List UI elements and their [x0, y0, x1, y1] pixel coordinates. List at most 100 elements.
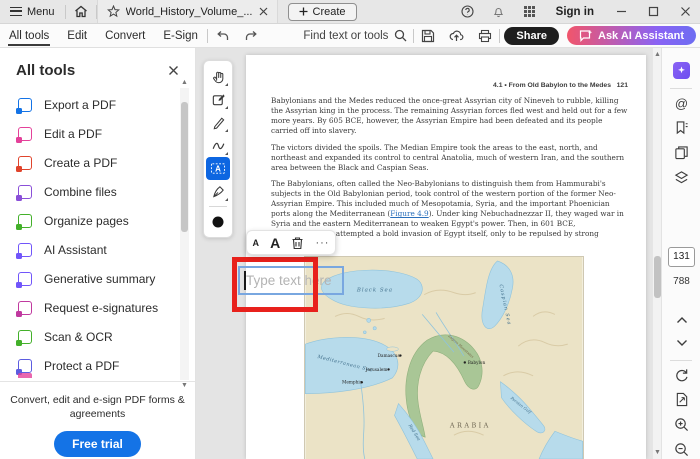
- print-button[interactable]: [471, 24, 499, 47]
- fountain-pen-icon: [212, 186, 224, 198]
- sidebar-scrollbar[interactable]: ▲ ▼: [180, 79, 189, 389]
- help-button[interactable]: [453, 0, 482, 23]
- maximize-icon: [648, 6, 658, 17]
- sidebar-item-label: Export a PDF: [44, 97, 117, 112]
- bookmarks-button[interactable]: [662, 120, 700, 135]
- page-thumbnails-button[interactable]: [662, 145, 700, 160]
- star-icon[interactable]: [106, 5, 120, 18]
- draw-tool-button[interactable]: [206, 134, 230, 157]
- map-figure: Black Sea Caspian Sea Mediterranean Sea …: [304, 255, 584, 459]
- add-text-tool-button[interactable]: A: [206, 157, 230, 180]
- all-tools-panel: All tools Export a PDF Edit a PDF Create…: [0, 48, 196, 459]
- rotate-button[interactable]: [662, 368, 700, 383]
- hand-tool-button[interactable]: [206, 65, 230, 88]
- scrollbar-thumb[interactable]: [654, 256, 661, 298]
- layers-button[interactable]: [662, 170, 700, 185]
- scroll-up-arrow[interactable]: ▲: [180, 78, 189, 87]
- footer-text-line2: agreements: [69, 407, 126, 420]
- sidebar-item-edit-pdf[interactable]: Edit a PDF: [0, 119, 180, 148]
- highlight-tool-button[interactable]: [206, 111, 230, 134]
- partially-visible-tool-icon: [18, 373, 32, 378]
- close-window-button[interactable]: [670, 0, 700, 23]
- notifications-button[interactable]: [484, 0, 513, 23]
- home-icon: [74, 5, 87, 18]
- bell-icon: [493, 7, 503, 18]
- color-swatch-button[interactable]: [206, 210, 230, 233]
- generative-summary-icon: [673, 62, 690, 79]
- close-panel-icon[interactable]: [168, 65, 179, 76]
- more-options-button[interactable]: ···: [315, 237, 329, 249]
- sign-in-button[interactable]: Sign in: [546, 6, 604, 18]
- hand-icon: [212, 71, 223, 84]
- previous-page-button[interactable]: [662, 316, 700, 324]
- undo-icon: [217, 31, 229, 40]
- fit-page-button[interactable]: [662, 392, 700, 407]
- save-icon: [422, 29, 435, 42]
- sidebar-item-request-esignatures[interactable]: Request e-signatures: [0, 293, 180, 322]
- trash-icon[interactable]: [291, 236, 304, 250]
- sidebar-item-label: Generative summary: [44, 271, 156, 286]
- ask-ai-label: Ask AI Assistant: [598, 29, 684, 42]
- sidebar-item-label: Scan & OCR: [44, 329, 113, 344]
- undo-button[interactable]: [208, 24, 237, 47]
- map-label-memphis: Memphis: [342, 381, 362, 386]
- create-pdf-icon: [16, 155, 32, 172]
- current-page-input[interactable]: 131: [668, 247, 695, 267]
- sidebar-item-ai-assistant[interactable]: AI Assistant: [0, 235, 180, 264]
- upload-cloud-button[interactable]: [442, 24, 471, 47]
- edit-pdf-icon: [16, 126, 32, 143]
- scrollbar-thumb[interactable]: [181, 102, 188, 232]
- document-scrollbar[interactable]: ▲ ▼: [652, 48, 661, 459]
- title-bar: Menu World_History_Volume_... Create Sig…: [0, 0, 700, 24]
- annotate-tool-button[interactable]: [206, 88, 230, 111]
- search-field[interactable]: Find text or tools: [297, 29, 413, 42]
- sidebar-item-combine-files[interactable]: Combine files: [0, 177, 180, 206]
- tab-esign[interactable]: E-Sign: [154, 24, 207, 47]
- generative-summary-button[interactable]: [662, 62, 700, 79]
- create-label: Create: [312, 5, 346, 18]
- figure-link[interactable]: Figure 4.9: [390, 209, 429, 218]
- sidebar-item-generative-summary[interactable]: Generative summary: [0, 264, 180, 293]
- fit-page-icon: [676, 392, 687, 407]
- redo-icon: [245, 31, 257, 40]
- sidebar-item-label: Request e-signatures: [44, 300, 159, 315]
- sidebar-item-label: Organize pages: [44, 213, 129, 228]
- tab-convert[interactable]: Convert: [96, 24, 154, 47]
- ai-chat-icon: [579, 30, 593, 42]
- pages-icon: [675, 146, 688, 160]
- share-label: Share: [516, 29, 547, 42]
- sidebar-item-create-pdf[interactable]: Create a PDF: [0, 148, 180, 177]
- sidebar-item-export-pdf[interactable]: Export a PDF: [0, 90, 180, 119]
- footer-text-line1: Convert, edit and e-sign PDF forms &: [10, 394, 185, 406]
- search-placeholder: Find text or tools: [303, 29, 389, 42]
- tools-list: Export a PDF Edit a PDF Create a PDF Com…: [0, 90, 180, 378]
- comments-button[interactable]: @: [662, 96, 700, 111]
- home-button[interactable]: [66, 0, 96, 23]
- apps-button[interactable]: [515, 0, 544, 23]
- free-trial-button[interactable]: Free trial: [54, 431, 141, 458]
- map-label-damascus: Damascus: [378, 354, 400, 359]
- close-tab-icon[interactable]: [259, 7, 268, 16]
- total-pages-label: 788: [673, 276, 690, 287]
- menu-button[interactable]: Menu: [0, 0, 65, 23]
- create-button[interactable]: Create: [287, 2, 357, 21]
- minimize-button[interactable]: [606, 0, 636, 23]
- save-button[interactable]: [414, 24, 442, 47]
- increase-font-button[interactable]: A: [270, 235, 280, 251]
- zoom-in-button[interactable]: [662, 417, 700, 432]
- next-page-button[interactable]: [662, 339, 700, 347]
- divider: [670, 360, 692, 361]
- redo-button[interactable]: [237, 24, 266, 47]
- zoom-out-button[interactable]: [662, 442, 700, 457]
- document-tab[interactable]: World_History_Volume_...: [96, 0, 278, 23]
- ask-ai-assistant-button[interactable]: Ask AI Assistant: [567, 26, 696, 45]
- tab-edit[interactable]: Edit: [58, 24, 96, 47]
- tab-all-tools[interactable]: All tools: [0, 24, 58, 47]
- sidebar-item-scan-ocr[interactable]: Scan & OCR: [0, 322, 180, 351]
- sign-tool-button[interactable]: [206, 180, 230, 203]
- share-button[interactable]: Share: [504, 26, 559, 45]
- maximize-button[interactable]: [638, 0, 668, 23]
- sidebar-item-organize-pages[interactable]: Organize pages: [0, 206, 180, 235]
- decrease-font-button[interactable]: A: [253, 238, 260, 248]
- zoom-in-icon: [675, 418, 689, 432]
